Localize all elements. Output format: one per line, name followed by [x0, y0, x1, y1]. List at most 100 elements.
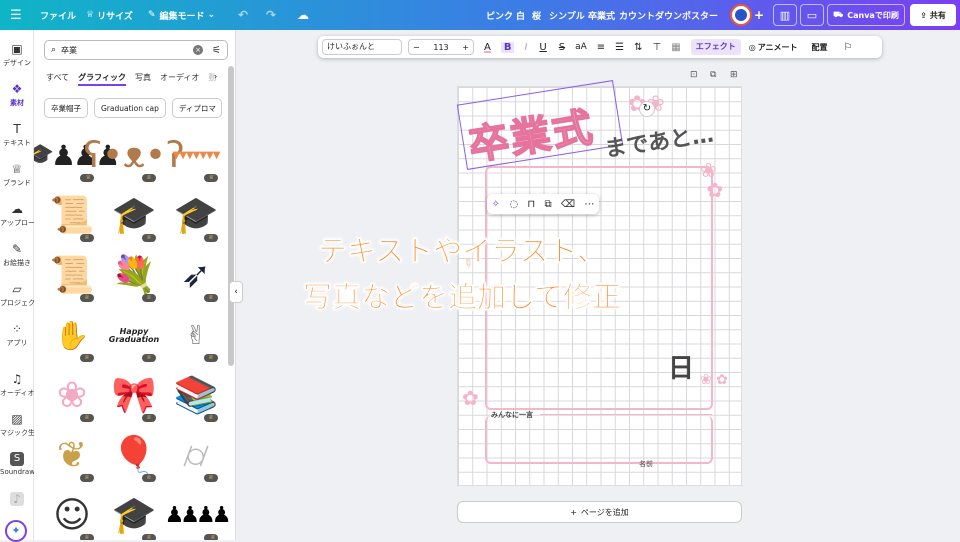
comment-icon[interactable]: ▭ — [800, 4, 824, 26]
effects-button[interactable]: エフェクト — [690, 39, 741, 55]
thumb-teddy-bear[interactable]: ʕ•ᴥ•ʔ ♕ — [83, 128, 185, 184]
strikethrough-icon[interactable]: S — [559, 42, 565, 53]
thumb-line-art-caps[interactable]: ✌ ♕ — [168, 308, 224, 364]
underline-icon[interactable]: U — [539, 42, 546, 53]
add-page-icon[interactable]: ⊞ — [730, 70, 738, 80]
thumb-certificate[interactable]: 📜 ♕ — [44, 248, 100, 304]
thumb-cap-diploma[interactable]: 🎓 ♕ — [168, 188, 224, 244]
share-button[interactable]: ⇪ 共有 — [910, 4, 956, 26]
italic-icon[interactable]: I — [524, 42, 527, 53]
increase-size-button[interactable]: + — [462, 43, 469, 52]
tab-graphics[interactable]: グラフィック — [78, 72, 126, 86]
thumb-bunting[interactable]: ▼▼▼▼▼▼▼ ♕ — [168, 128, 224, 184]
tag-poster[interactable]: ポスター — [682, 0, 718, 30]
font-size-value[interactable]: 113 — [433, 43, 448, 52]
tab-all[interactable]: すべて — [46, 72, 69, 86]
thumb-grad-cap[interactable]: 🎓 ♕ — [106, 188, 162, 244]
name-label[interactable]: 名前 — [639, 459, 653, 469]
thumb-tube-scroll[interactable]: ⌭ ♕ — [168, 428, 224, 484]
copy-icon[interactable]: ⧉ — [544, 199, 551, 210]
sakura-branch[interactable]: ❀ ✿ — [700, 160, 723, 200]
delete-icon[interactable]: ⌫ — [561, 199, 575, 210]
rail-projects[interactable]: ▱プロジェクト — [0, 282, 34, 308]
message-label[interactable]: みんなに一言 — [491, 410, 533, 420]
thumb-balloons[interactable]: 🎈 ♕ — [106, 428, 162, 484]
panel-scrollbar[interactable] — [228, 66, 234, 366]
search-input[interactable]: ⌕ 卒業 × ⚟ — [44, 40, 228, 60]
tag-simple[interactable]: シンプル — [549, 0, 585, 30]
thumb-line-art-girl[interactable]: ☺ ♕ — [44, 488, 100, 540]
resize-button[interactable]: ♕ リサイズ — [86, 0, 133, 30]
thumb-black-cap[interactable]: 🎓 ♕ — [106, 488, 162, 540]
rail-soundraw[interactable]: S Soundraw — [0, 452, 34, 476]
tab-photos[interactable]: 写真 — [135, 72, 151, 86]
avatar[interactable] — [730, 4, 752, 26]
spacing-icon[interactable]: ⇅ — [634, 42, 642, 53]
rail-upload[interactable]: ☁アップロード — [0, 202, 34, 228]
rail-more-app[interactable]: ♪ — [0, 492, 34, 508]
decrease-size-button[interactable]: − — [413, 43, 420, 52]
rail-brand[interactable]: ♕ ブランド — [0, 162, 34, 188]
file-menu[interactable]: ファイル — [40, 0, 76, 30]
position-button[interactable]: 配置 — [812, 42, 828, 53]
more-icon[interactable]: ⋯ — [584, 199, 594, 210]
align-center-icon[interactable]: ≡ — [597, 42, 605, 53]
thumb-bouquet[interactable]: 💐 ♕ — [106, 248, 162, 304]
thumb-diploma-scroll[interactable]: 📜 ♕ — [44, 188, 100, 244]
rail-apps[interactable]: ⁘ アプリ — [0, 322, 34, 348]
text-color-icon[interactable]: A — [484, 42, 491, 53]
lock-page-icon[interactable]: ⊡ — [690, 70, 698, 80]
rail-elements[interactable]: ❖ 素材 — [0, 82, 34, 108]
message-frame[interactable] — [485, 416, 713, 464]
thumb-books-flowers[interactable]: 📚 ♕ — [168, 368, 224, 424]
thumb-happy-graduation[interactable]: Happy Graduation ♕ — [106, 308, 162, 364]
day-character[interactable]: 日 — [668, 348, 694, 385]
thumb-jumping-crowd[interactable]: ♟♟♟♟ ♕ — [165, 488, 231, 540]
rail-design[interactable]: ▣ デザイン — [0, 42, 34, 68]
format-painter-icon[interactable]: ⚐ — [844, 42, 853, 53]
thumb-rolled-diploma[interactable]: ➶ ♕ — [168, 248, 224, 304]
chip-diploma[interactable]: ディプロマ — [171, 98, 222, 118]
sakura-left[interactable]: ✿ — [462, 386, 479, 410]
duplicate-page-icon[interactable]: ⧉ — [710, 70, 716, 80]
tag-pink[interactable]: ピンク — [486, 0, 513, 30]
add-page-button[interactable]: + ページを追加 — [457, 501, 742, 523]
list-icon[interactable]: ☰ — [615, 42, 624, 53]
chevron-right-icon[interactable]: › — [214, 72, 217, 81]
chip-graduation-cap-jp[interactable]: 卒業帽子 — [44, 98, 88, 118]
transparency-icon[interactable]: ▦ — [671, 42, 680, 53]
rail-draw[interactable]: ✎ お絵描き — [0, 242, 34, 268]
insights-icon[interactable]: ▥ — [773, 4, 797, 26]
tag-countdown[interactable]: カウントダウン — [619, 0, 682, 30]
filter-icon[interactable]: ⚟ — [212, 45, 221, 56]
redo-icon[interactable]: ↷ — [266, 0, 276, 30]
tab-audio[interactable]: オーディオ — [160, 72, 199, 86]
lock-icon[interactable]: ⊓ — [527, 199, 535, 210]
tag-white[interactable]: 白 — [516, 0, 525, 30]
petals[interactable]: ❀ ✿ — [700, 372, 728, 388]
comment-add-icon[interactable]: ◌ — [509, 199, 518, 210]
rail-magic[interactable]: ▨マジック生成 — [0, 412, 34, 438]
rotate-handle-icon[interactable]: ↻ — [639, 101, 655, 117]
tag-graduation[interactable]: 卒業式 — [588, 0, 615, 30]
rail-text[interactable]: T テキスト — [0, 122, 34, 148]
add-collaborator-icon[interactable]: + — [754, 0, 764, 30]
vertical-text-icon[interactable]: ⊤ — [653, 42, 662, 53]
thumb-ribbon-scroll[interactable]: 🎀 ♕ — [106, 368, 162, 424]
tag-sakura[interactable]: 桜 — [532, 0, 541, 30]
rail-audio[interactable]: ♫ オーディオ — [0, 372, 34, 398]
clear-icon[interactable]: × — [193, 45, 203, 55]
thumb-flower-wreath[interactable]: ❀ ♕ — [44, 368, 100, 424]
animate-button[interactable]: ◎ アニメート — [749, 42, 798, 53]
magic-edit-icon[interactable]: ✧ — [492, 199, 500, 210]
letter-case-icon[interactable]: aA — [575, 42, 587, 52]
magic-assistant-icon[interactable]: ✦ — [5, 520, 27, 542]
thumb-line-art-hand[interactable]: ✋ ♕ — [44, 308, 100, 364]
print-button[interactable]: ⛟ Canvaで印刷 — [827, 4, 905, 26]
thumb-laurel-cap[interactable]: ❦ ♕ — [44, 428, 100, 484]
edit-mode-button[interactable]: ✎ 編集モード ⌄ — [148, 0, 215, 30]
font-selector[interactable]: けいふぉんと — [322, 39, 402, 55]
cloud-save-icon[interactable]: ☁ — [297, 0, 309, 30]
chip-graduation-cap[interactable]: Graduation cap — [94, 98, 166, 118]
undo-icon[interactable]: ↶ — [238, 0, 248, 30]
